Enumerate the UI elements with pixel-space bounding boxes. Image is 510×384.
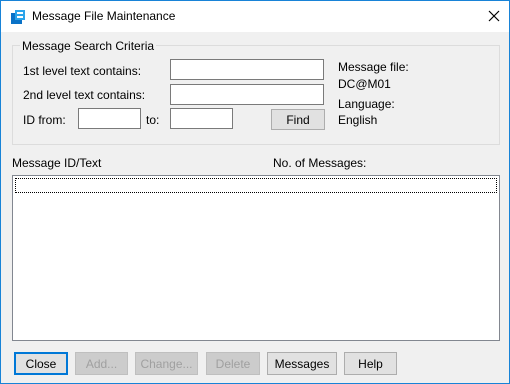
id-from-label: ID from:: [23, 113, 66, 127]
add-button-label: Add...: [85, 356, 118, 371]
change-button[interactable]: Change...: [135, 352, 198, 375]
find-button-label: Find: [286, 112, 310, 127]
second-level-label: 2nd level text contains:: [23, 88, 146, 102]
language-value: English: [338, 113, 378, 127]
app-window-icon: [11, 10, 25, 24]
message-list[interactable]: [12, 175, 500, 341]
title-bar[interactable]: Message File Maintenance: [1, 1, 509, 32]
message-id-text-header: Message ID/Text: [12, 156, 102, 170]
close-window-button[interactable]: [479, 1, 509, 31]
id-from-input[interactable]: [78, 108, 141, 129]
help-button[interactable]: Help: [344, 352, 397, 375]
add-button[interactable]: Add...: [75, 352, 128, 375]
focus-row[interactable]: [15, 178, 497, 193]
window-title: Message File Maintenance: [32, 9, 176, 23]
second-level-text-input[interactable]: [170, 84, 324, 105]
delete-button-label: Delete: [215, 356, 251, 371]
messages-button[interactable]: Messages: [267, 352, 337, 375]
search-criteria-legend: Message Search Criteria: [20, 39, 157, 53]
id-to-label: to:: [146, 113, 160, 127]
messages-button-label: Messages: [274, 356, 330, 371]
close-icon: [488, 10, 500, 22]
find-button[interactable]: Find: [271, 109, 325, 130]
first-level-label: 1st level text contains:: [23, 64, 142, 78]
dialog-window: Message File Maintenance Message Search …: [0, 0, 510, 384]
message-file-value: DC@M01: [338, 77, 391, 91]
close-button[interactable]: Close: [14, 352, 68, 375]
help-button-label: Help: [358, 356, 383, 371]
no-of-messages-header: No. of Messages:: [273, 156, 367, 170]
id-to-input[interactable]: [170, 108, 233, 129]
change-button-label: Change...: [140, 356, 193, 371]
message-file-label: Message file:: [338, 60, 409, 74]
language-label: Language:: [338, 97, 395, 111]
first-level-text-input[interactable]: [170, 59, 324, 80]
delete-button[interactable]: Delete: [206, 352, 260, 375]
close-button-label: Close: [25, 356, 57, 371]
